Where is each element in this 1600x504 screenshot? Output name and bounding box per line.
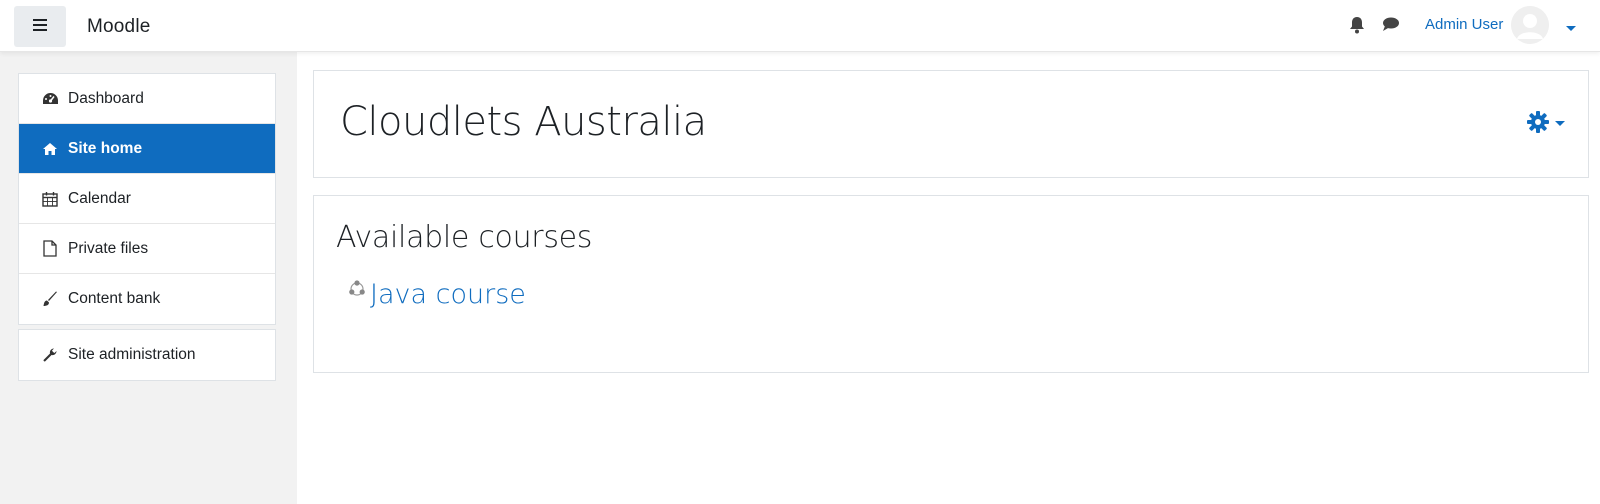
user-menu-name[interactable]: Admin User	[1425, 0, 1503, 52]
caret-down-icon	[1555, 121, 1565, 127]
top-navbar: Moodle Admin User	[0, 0, 1600, 52]
sidebar-item-label: Calendar	[68, 189, 131, 207]
calendar-icon	[41, 190, 59, 208]
home-icon	[41, 140, 59, 158]
page-title: Cloudlets Australia	[340, 99, 707, 145]
menu-icon	[33, 18, 47, 36]
bell-icon[interactable]	[1349, 16, 1367, 34]
primary-nav: Dashboard Site home Calendar Private fil…	[18, 73, 276, 325]
sidebar-item-site-home[interactable]: Site home	[19, 124, 275, 174]
nav-drawer: Dashboard Site home Calendar Private fil…	[0, 52, 297, 504]
sidebar-item-calendar[interactable]: Calendar	[19, 174, 275, 224]
caret-down-icon[interactable]	[1565, 20, 1577, 31]
sidebar-item-site-administration[interactable]: Site administration	[19, 330, 275, 380]
site-brand[interactable]: Moodle	[87, 0, 151, 52]
course-name: Java course	[370, 279, 526, 310]
sidebar-item-label: Private files	[68, 239, 149, 257]
menu-toggle-button[interactable]	[14, 6, 66, 47]
sidebar-item-label: Site home	[68, 139, 143, 157]
available-courses-section: Available courses Java course	[313, 195, 1589, 373]
page-header: Cloudlets Australia	[313, 70, 1589, 178]
dashboard-icon	[41, 90, 59, 108]
sidebar-item-label: Dashboard	[68, 89, 144, 107]
brush-icon	[41, 290, 59, 308]
sidebar-item-private-files[interactable]: Private files	[19, 224, 275, 274]
course-link-java[interactable]: Java course	[348, 279, 526, 310]
sidebar-item-content-bank[interactable]: Content bank	[19, 274, 275, 324]
admin-nav: Site administration	[18, 329, 276, 381]
avatar[interactable]	[1511, 6, 1549, 44]
section-title: Available courses	[336, 220, 593, 255]
sidebar-item-label: Content bank	[68, 290, 161, 307]
course-icon	[348, 279, 368, 300]
file-icon	[41, 240, 59, 258]
sidebar-item-label: Site administration	[68, 346, 196, 363]
page-actions-menu[interactable]	[1526, 110, 1566, 139]
wrench-icon	[41, 346, 59, 364]
gear-icon	[1526, 110, 1550, 139]
sidebar-item-dashboard[interactable]: Dashboard	[19, 74, 275, 124]
chat-icon[interactable]	[1382, 16, 1400, 34]
